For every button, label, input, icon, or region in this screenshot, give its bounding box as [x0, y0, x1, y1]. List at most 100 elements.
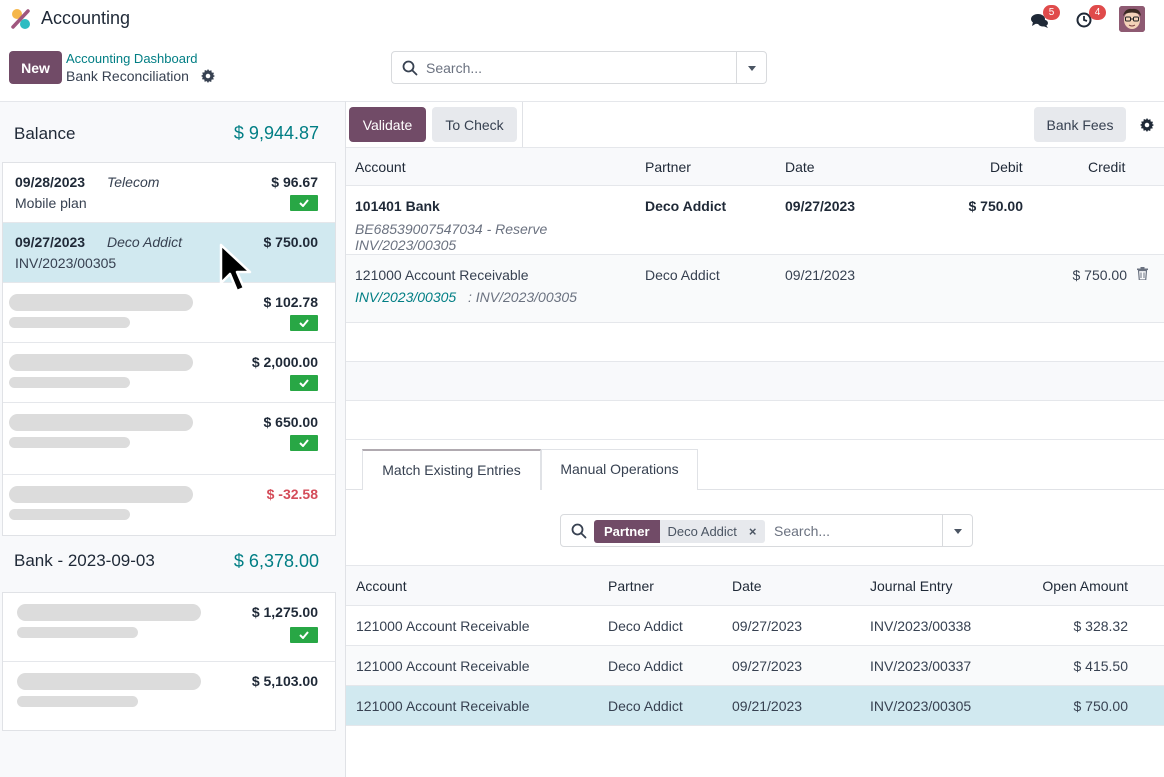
top-navbar: Accounting 5 4 [0, 0, 1164, 40]
statement-line-card[interactable]: $ 650.00 [3, 403, 335, 475]
row-account: 121000 Account Receivable [356, 698, 530, 714]
line-reference: INV/2023/00305 [355, 237, 457, 253]
bank-fees-button[interactable]: Bank Fees [1034, 107, 1126, 142]
breadcrumb-current: Bank Reconciliation [66, 68, 189, 84]
table-row-selected[interactable]: 121000 Account Receivable Deco Addict 09… [346, 686, 1164, 726]
line-label: : INV/2023/00305 [468, 289, 577, 305]
line-credit: $ 750.00 [1072, 267, 1128, 283]
statement-line-card[interactable]: $ 1,275.00 [3, 593, 335, 662]
new-button[interactable]: New [9, 51, 62, 84]
group-amount: $ 6,378.00 [233, 551, 319, 571]
card-partner: Deco Addict [107, 234, 182, 250]
search-icon[interactable] [571, 523, 587, 539]
invoice-link[interactable]: INV/2023/00305 [355, 289, 456, 305]
placeholder-bar [9, 377, 130, 388]
card-amount: $ 2,000.00 [251, 354, 318, 370]
card-date: 09/27/2023 [15, 234, 86, 250]
tab-manual-operations[interactable]: Manual Operations [541, 449, 698, 490]
statement-line-card[interactable]: $ 2,000.00 [3, 343, 335, 403]
column-header-credit[interactable]: Credit [1088, 159, 1125, 175]
column-header-date[interactable]: Date [732, 578, 762, 594]
column-header-open-amount[interactable]: Open Amount [1042, 578, 1128, 594]
column-header-journal-entry[interactable]: Journal Entry [870, 578, 952, 594]
card-partner: Telecom [107, 174, 160, 190]
search-input[interactable] [426, 58, 726, 78]
table-row-bank-line[interactable]: 101401 Bank BE68539007547034 - Reserve I… [346, 186, 1164, 255]
statement-line-card[interactable]: $ 5,103.00 [3, 662, 335, 730]
line-account: 121000 Account Receivable [355, 267, 529, 283]
line-partner: Deco Addict [645, 267, 720, 283]
check-icon [299, 199, 309, 207]
reconciled-badge [290, 435, 318, 451]
card-date: 09/28/2023 [15, 174, 86, 190]
group-title: Bank - 2023-09-03 [14, 551, 155, 570]
card-amount: $ 650.00 [263, 414, 319, 430]
card-amount: $ 96.67 [271, 174, 318, 190]
row-journal-entry: INV/2023/00337 [870, 658, 972, 674]
column-header-partner[interactable]: Partner [608, 578, 654, 594]
reconciliation-lines-table: Account Partner Date Debit Credit 101401… [346, 147, 1164, 440]
activities-button[interactable]: 4 [1076, 5, 1106, 32]
accounting-logo-icon[interactable] [10, 8, 32, 30]
messages-button[interactable]: 5 [1030, 5, 1060, 32]
table-header: Account Partner Date Debit Credit [346, 147, 1164, 186]
gear-icon[interactable] [1140, 118, 1154, 132]
row-partner: Deco Addict [608, 618, 683, 634]
validate-button[interactable]: Validate [349, 107, 426, 142]
statement-line-card[interactable]: $ -32.58 [3, 475, 335, 535]
user-avatar[interactable] [1119, 6, 1145, 32]
reconciled-badge [290, 315, 318, 331]
line-label: BE68539007547034 - Reserve [355, 221, 548, 237]
gear-icon[interactable] [201, 69, 215, 83]
reconciled-badge [290, 627, 318, 643]
check-icon [299, 379, 309, 387]
messages-count-badge: 5 [1043, 5, 1060, 20]
group-title: Balance [14, 124, 76, 143]
statement-line-card[interactable]: 09/28/2023 Telecom Mobile plan $ 96.67 [3, 163, 335, 223]
caret-down-icon [953, 528, 962, 534]
placeholder-bar [9, 486, 193, 503]
search-options-toggle[interactable] [942, 515, 972, 546]
match-search-bar: Partner Deco Addict × [560, 514, 973, 547]
systray: 5 4 [1004, 0, 1164, 40]
line-account: 101401 Bank [355, 198, 440, 214]
search-bar [391, 51, 767, 84]
row-open-amount: $ 415.50 [1073, 658, 1129, 674]
check-icon [299, 631, 309, 639]
column-header-account[interactable]: Account [356, 578, 407, 594]
column-header-partner[interactable]: Partner [645, 159, 691, 175]
row-open-amount: $ 750.00 [1073, 698, 1129, 714]
table-row-receivable-line[interactable]: 121000 Account Receivable INV/2023/00305… [346, 255, 1164, 323]
column-header-debit[interactable]: Debit [990, 159, 1023, 175]
card-amount: $ 750.00 [263, 234, 319, 250]
tab-match-existing-entries[interactable]: Match Existing Entries [362, 449, 541, 490]
facet-remove-icon[interactable]: × [744, 520, 765, 543]
statement-line-card-selected[interactable]: 09/27/2023 Deco Addict INV/2023/00305 $ … [3, 223, 335, 283]
to-check-button[interactable]: To Check [432, 107, 517, 142]
search-options-toggle[interactable] [736, 52, 766, 83]
line-debit: $ 750.00 [968, 198, 1024, 214]
breadcrumb-accounting-dashboard[interactable]: Accounting Dashboard [66, 51, 198, 66]
trash-icon[interactable] [1137, 267, 1148, 280]
reconciliation-panel: Validate To Check Bank Fees Account Part… [346, 101, 1164, 777]
placeholder-bar [9, 294, 193, 311]
row-account: 121000 Account Receivable [356, 658, 530, 674]
group-header-balance: Balance $ 9,944.87 [0, 102, 345, 162]
column-header-date[interactable]: Date [785, 159, 815, 175]
table-row[interactable]: 121000 Account Receivable Deco Addict 09… [346, 646, 1164, 686]
row-account: 121000 Account Receivable [356, 618, 530, 634]
search-icon[interactable] [402, 60, 418, 76]
app-title[interactable]: Accounting [41, 8, 130, 29]
card-reference: INV/2023/00305 [15, 255, 117, 271]
match-search-input[interactable] [774, 521, 934, 541]
group-header-bank: Bank - 2023-09-03 $ 6,378.00 [0, 535, 345, 595]
tab-bar: Match Existing Entries Manual Operations [346, 449, 1164, 490]
empty-row [346, 323, 1164, 362]
column-header-account[interactable]: Account [355, 159, 406, 175]
toolbar-divider [522, 102, 523, 147]
statement-line-card[interactable]: $ 102.78 [3, 283, 335, 343]
table-row[interactable]: 121000 Account Receivable Deco Addict 09… [346, 606, 1164, 646]
check-icon [299, 439, 309, 447]
placeholder-bar [9, 509, 130, 520]
reconciled-badge [290, 375, 318, 391]
